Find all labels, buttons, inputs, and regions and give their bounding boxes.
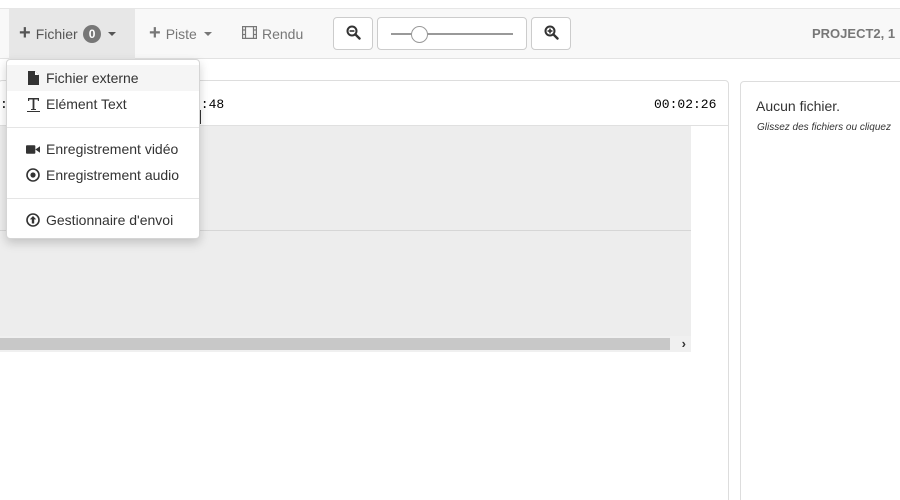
zoom-in-icon: [544, 25, 559, 43]
zoom-out-button[interactable]: [333, 17, 373, 50]
rendu-button[interactable]: Rendu: [232, 9, 313, 59]
piste-menu-button[interactable]: + Piste: [139, 9, 222, 59]
file-icon: [26, 70, 40, 86]
film-icon: [241, 25, 258, 42]
zoom-slider[interactable]: [377, 17, 527, 50]
toolbar: + Fichier 0 + Piste Rendu PROJECT2, 1: [0, 9, 900, 59]
video-camera-icon: [26, 141, 40, 157]
zoom-slider-track: [391, 33, 513, 35]
text-icon: [26, 96, 40, 112]
plus-icon: +: [149, 22, 161, 44]
scrollbar-thumb[interactable]: [0, 338, 670, 350]
menu-item-label: Enregistrement audio: [46, 167, 180, 183]
caret-down-icon: [108, 32, 117, 36]
project-name: PROJECT2, 1: [812, 26, 896, 41]
menu-item-enregistrement-video[interactable]: Enregistrement vidéo: [7, 136, 199, 162]
piste-label: Piste: [165, 26, 197, 42]
zoom-slider-handle[interactable]: [411, 26, 428, 43]
fichier-menu-button[interactable]: + Fichier 0: [9, 9, 135, 59]
files-empty-title: Aucun fichier.: [756, 98, 841, 114]
menu-divider: [7, 198, 199, 199]
menu-item-enregistrement-audio[interactable]: Enregistrement audio: [7, 162, 199, 188]
menu-item-label: Elément Text: [46, 96, 127, 112]
rendu-label: Rendu: [262, 26, 304, 42]
zoom-in-button[interactable]: [531, 17, 571, 50]
upload-circle-icon: [26, 212, 40, 228]
menu-divider: [7, 127, 199, 128]
plus-icon: +: [19, 22, 31, 44]
menu-item-gestionnaire-envoi[interactable]: Gestionnaire d'envoi: [7, 207, 199, 233]
fichier-dropdown-menu: Fichier externe Elément Text Enregistrem…: [6, 59, 200, 239]
scroll-right-icon[interactable]: ›: [682, 336, 686, 351]
files-panel[interactable]: [740, 81, 900, 500]
files-drop-hint: Glissez des fichiers ou cliquez: [757, 122, 891, 133]
fichier-label: Fichier: [35, 26, 78, 42]
top-strip: [0, 0, 900, 9]
horizontal-scrollbar[interactable]: ›: [0, 336, 691, 352]
menu-item-label: Enregistrement vidéo: [46, 141, 179, 157]
menu-item-element-text[interactable]: Elément Text: [7, 91, 199, 117]
caret-down-icon: [203, 32, 212, 36]
menu-item-label: Fichier externe: [46, 70, 139, 86]
file-count-badge: 0: [82, 24, 102, 44]
record-icon: [26, 167, 40, 183]
menu-item-label: Gestionnaire d'envoi: [46, 212, 174, 228]
time-label-end: 00:02:26: [654, 97, 717, 112]
zoom-out-icon: [346, 25, 361, 43]
menu-item-fichier-externe[interactable]: Fichier externe: [7, 65, 199, 91]
